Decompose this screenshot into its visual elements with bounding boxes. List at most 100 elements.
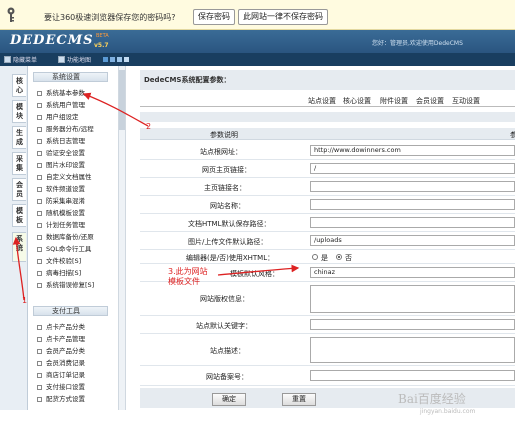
nav-item[interactable]: 数据库备份/还原 (37, 231, 94, 241)
row-label: 网站版权信息： (200, 295, 249, 303)
confirm-button[interactable]: 确定 (212, 393, 246, 406)
tab-core-settings[interactable]: 核心设置 (343, 96, 371, 106)
nav-item[interactable]: 病毒扫描[S] (37, 267, 81, 277)
tab-collect[interactable]: 采集 (12, 152, 26, 175)
nav-item[interactable]: 系统错误修复[S] (37, 279, 94, 289)
baidu-watermark: Bai百度经验 (398, 392, 466, 406)
row-label: 站点根网址： (200, 148, 242, 156)
table-row: 文档HTML默认保存路径： (140, 214, 515, 232)
nav-section-system-settings[interactable]: 系统设置 (33, 72, 108, 82)
reset-button[interactable]: 重置 (282, 393, 316, 406)
site-name-input[interactable] (310, 199, 515, 210)
nav-item[interactable]: 文件校验[S] (37, 255, 81, 265)
row-label: 编辑器(是/否)使用XHTML： (186, 254, 275, 262)
nav-item[interactable]: 验证安全设置 (37, 147, 85, 157)
nav-item[interactable]: 随机模板设置 (37, 207, 85, 217)
nav-item[interactable]: 防采集串混淆 (37, 195, 85, 205)
radio-no-label: 否 (345, 254, 352, 262)
icp-number-input[interactable] (310, 370, 515, 381)
nav-section-payment-tools[interactable]: 支付工具 (33, 306, 108, 316)
nav-item[interactable]: 计划任务管理 (37, 219, 85, 229)
nav-item[interactable]: 图片水印设置 (37, 159, 85, 169)
key-icon (7, 7, 15, 22)
site-description-textarea[interactable] (310, 337, 515, 363)
site-keywords-input[interactable] (310, 319, 515, 330)
password-prompt-text: 要让360极速浏览器保存您的密码吗? (44, 13, 176, 22)
skin-swatch-icon[interactable] (124, 57, 129, 62)
table-row: 网站版权信息： (140, 282, 515, 316)
homepage-link-input[interactable]: / (310, 163, 515, 174)
skin-swatch-icon[interactable] (103, 57, 108, 62)
tab-site-settings[interactable]: 站点设置 (308, 96, 336, 106)
table-row: 站点根网址： http://www.dowinners.com (140, 142, 515, 160)
tab-member-settings[interactable]: 会员设置 (416, 96, 444, 106)
nav-item[interactable]: 系统基本参数 (37, 87, 85, 97)
nav-item[interactable]: 商店订单记录 (37, 369, 85, 379)
row-label: 模板默认风格： (230, 270, 279, 278)
row-label: 文档HTML默认保存路径： (188, 220, 271, 228)
nav-item[interactable]: 支付接口设置 (37, 381, 85, 391)
nav-item[interactable]: 点卡产品管理 (37, 333, 85, 343)
xhtml-yes-radio[interactable] (312, 254, 318, 260)
row-label: 主页链接名： (204, 184, 246, 192)
nav-item[interactable]: 服务器分布/远程 (37, 123, 94, 133)
site-url-input[interactable]: http://www.dowinners.com (310, 145, 515, 156)
nav-item[interactable]: 配货方式设置 (37, 393, 85, 403)
annotation-step-2: 2 (146, 122, 152, 131)
tab-generate[interactable]: 生成 (12, 126, 26, 149)
row-label: 图片/上传文件默认路径： (188, 238, 268, 246)
row-label: 站点描述： (210, 347, 245, 355)
upload-path-input[interactable]: /uploads (310, 235, 515, 246)
html-save-path-input[interactable] (310, 217, 515, 228)
skin-swatch-icon[interactable] (117, 57, 122, 62)
xhtml-no-radio[interactable] (336, 254, 342, 260)
feature-map-icon[interactable] (58, 56, 65, 63)
tab-members[interactable]: 会员 (12, 178, 26, 201)
nav-item[interactable]: SQL命令行工具 (37, 243, 91, 253)
template-style-input[interactable]: chinaz (310, 267, 515, 278)
table-row: 编辑器(是/否)使用XHTML： 是 否 (140, 250, 515, 264)
homepage-link-name-input[interactable] (310, 181, 515, 192)
row-label: 网站名称： (210, 202, 245, 210)
nav-item[interactable]: 软件频道设置 (37, 183, 85, 193)
table-row: 主页链接名： (140, 178, 515, 196)
nav-scrollbar[interactable] (119, 70, 125, 130)
tab-modules[interactable]: 模块 (12, 100, 26, 123)
table-row: 网站备案号： (140, 366, 515, 386)
beta-label: BETA (96, 33, 109, 39)
welcome-text: 您好：管理员,欢迎使用DedeCMS (372, 40, 463, 47)
hide-menu-link[interactable]: 隐藏菜单 (13, 55, 37, 64)
tab-core[interactable]: 核心 (12, 74, 26, 97)
nav-item[interactable]: 会员消费记录 (37, 357, 85, 367)
hide-menu-icon[interactable] (4, 56, 11, 63)
table-row: 网页主页链接： / (140, 160, 515, 178)
skin-swatch-icon[interactable] (110, 57, 115, 62)
table-header: 参数说明 参 (140, 128, 515, 140)
nav-item[interactable]: 自定义文档属性 (37, 171, 92, 181)
annotation-step-1: 1 (22, 296, 28, 305)
nav-item[interactable]: 点卡产品分类 (37, 321, 85, 331)
tab-attachment-settings[interactable]: 附件设置 (380, 96, 408, 106)
table-row: 站点默认关键字： (140, 316, 515, 334)
tab-interaction-settings[interactable]: 互动设置 (452, 96, 480, 106)
tab-system[interactable]: 系统 (12, 232, 26, 262)
save-password-button[interactable]: 保存密码 (193, 9, 235, 25)
menu-bar: 隐藏菜单 功能地图 (0, 53, 515, 66)
never-save-password-button[interactable]: 此网站一律不保存密码 (238, 9, 328, 25)
row-label: 网站备案号： (206, 373, 248, 381)
nav-panel: 系统设置 系统基本参数 系统用户管理 用户组设定 服务器分布/远程 系统日志管理… (28, 66, 116, 410)
feature-map-link[interactable]: 功能地图 (67, 55, 91, 64)
dedecms-logo: DEDECMS (10, 33, 94, 48)
copyright-textarea[interactable] (310, 285, 515, 313)
tab-templates[interactable]: 模板 (12, 204, 26, 227)
table-row: 网站名称： (140, 196, 515, 214)
page-title: DedeCMS系统配置参数： (144, 76, 231, 84)
nav-item[interactable]: 系统日志管理 (37, 135, 85, 145)
row-label: 站点默认关键字： (196, 322, 252, 330)
nav-item[interactable]: 系统用户管理 (37, 99, 85, 109)
nav-item[interactable]: 用户组设定 (37, 111, 79, 121)
baidu-watermark-url: jingyan.baidu.com (420, 408, 476, 415)
nav-item[interactable]: 会员产品分类 (37, 345, 85, 355)
table-row: 图片/上传文件默认路径： /uploads (140, 232, 515, 250)
annotation-step-3-line2: 模板文件 (168, 277, 200, 286)
